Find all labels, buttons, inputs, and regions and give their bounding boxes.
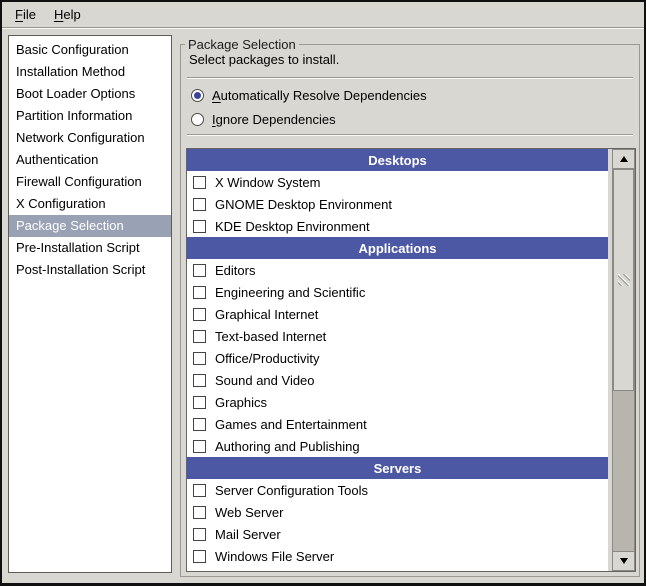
sidebar-item-post-installation-script[interactable]: Post-Installation Script xyxy=(9,259,171,281)
radio-option-ignore-dependencies[interactable]: Ignore Dependencies xyxy=(191,109,336,129)
package-selection-frame: Package Selection Select packages to ins… xyxy=(180,44,640,577)
package-row-authoring-and-publishing[interactable]: Authoring and Publishing xyxy=(187,435,608,457)
radio-dot xyxy=(194,92,201,99)
config-section-list: Basic ConfigurationInstallation MethodBo… xyxy=(8,35,172,573)
package-label: Web Server xyxy=(215,505,283,520)
label-text: elp xyxy=(63,7,80,22)
radio-button[interactable] xyxy=(191,113,204,126)
package-row-mail-server[interactable]: Mail Server xyxy=(187,523,608,545)
radio-option-automatically-resolve-dependencies[interactable]: Automatically Resolve Dependencies xyxy=(191,85,427,105)
package-label: Office/Productivity xyxy=(215,351,320,366)
mnemonic-letter: A xyxy=(212,88,221,103)
package-row-kde-desktop-environment[interactable]: KDE Desktop Environment xyxy=(187,215,608,237)
checkbox-graphics[interactable] xyxy=(193,396,206,409)
radio-label: Ignore Dependencies xyxy=(212,112,336,127)
scrollbar-thumb[interactable] xyxy=(613,169,634,391)
sidebar-item-x-configuration[interactable]: X Configuration xyxy=(9,193,171,215)
package-row-engineering-and-scientific[interactable]: Engineering and Scientific xyxy=(187,281,608,303)
checkbox-graphical-internet[interactable] xyxy=(193,308,206,321)
sidebar-item-boot-loader-options[interactable]: Boot Loader Options xyxy=(9,83,171,105)
instruction-text: Select packages to install. xyxy=(189,52,339,67)
label-text: utomatically Resolve Dependencies xyxy=(221,88,427,103)
package-label: Windows File Server xyxy=(215,549,334,564)
checkbox-web-server[interactable] xyxy=(193,506,206,519)
group-header-desktops[interactable]: Desktops xyxy=(187,149,608,171)
mnemonic-letter: F xyxy=(15,7,23,22)
package-row-sound-and-video[interactable]: Sound and Video xyxy=(187,369,608,391)
mnemonic-letter: H xyxy=(54,7,63,22)
checkbox-x-window-system[interactable] xyxy=(193,176,206,189)
package-row-windows-file-server[interactable]: Windows File Server xyxy=(187,545,608,567)
label-text: gnore Dependencies xyxy=(216,112,336,127)
separator xyxy=(187,134,633,136)
checkbox-kde-desktop-environment[interactable] xyxy=(193,220,206,233)
package-row-web-server[interactable]: Web Server xyxy=(187,501,608,523)
scrollbar-up-button[interactable] xyxy=(612,149,635,169)
package-row-x-window-system[interactable]: X Window System xyxy=(187,171,608,193)
checkbox-engineering-and-scientific[interactable] xyxy=(193,286,206,299)
package-row-server-configuration-tools[interactable]: Server Configuration Tools xyxy=(187,479,608,501)
label-text: ile xyxy=(23,7,36,22)
sidebar-item-pre-installation-script[interactable]: Pre-Installation Script xyxy=(9,237,171,259)
separator xyxy=(187,77,633,79)
package-label: KDE Desktop Environment xyxy=(215,219,370,234)
package-label: Mail Server xyxy=(215,527,281,542)
sidebar-item-authentication[interactable]: Authentication xyxy=(9,149,171,171)
scrollbar-track[interactable] xyxy=(612,169,635,551)
package-list-viewport: Desktops X Window System GNOME Desktop Env… xyxy=(187,149,608,571)
checkbox-editors[interactable] xyxy=(193,264,206,277)
checkbox-gnome-desktop-environment[interactable] xyxy=(193,198,206,211)
package-row-editors[interactable]: Editors xyxy=(187,259,608,281)
package-label: Authoring and Publishing xyxy=(215,439,360,454)
menu-help[interactable]: Help xyxy=(45,4,90,25)
arrow-down-icon xyxy=(620,558,628,564)
package-label: Editors xyxy=(215,263,255,278)
package-label: Sound and Video xyxy=(215,373,315,388)
checkbox-server-configuration-tools[interactable] xyxy=(193,484,206,497)
checkbox-sound-and-video[interactable] xyxy=(193,374,206,387)
sidebar-item-installation-method[interactable]: Installation Method xyxy=(9,61,171,83)
package-label: Graphics xyxy=(215,395,267,410)
package-row-text-based-internet[interactable]: Text-based Internet xyxy=(187,325,608,347)
sidebar-item-basic-configuration[interactable]: Basic Configuration xyxy=(9,39,171,61)
package-label: Engineering and Scientific xyxy=(215,285,365,300)
kickstart-configurator-window: FileHelp Basic ConfigurationInstallation… xyxy=(0,0,646,586)
menubar-separator xyxy=(2,27,644,29)
vertical-scrollbar[interactable] xyxy=(612,149,635,571)
sidebar-item-partition-information[interactable]: Partition Information xyxy=(9,105,171,127)
package-group-list: Desktops X Window System GNOME Desktop Env… xyxy=(186,148,636,572)
package-label: Text-based Internet xyxy=(215,329,326,344)
package-row-partial[interactable] xyxy=(187,567,608,571)
sidebar-item-network-configuration[interactable]: Network Configuration xyxy=(9,127,171,149)
sidebar-item-package-selection[interactable]: Package Selection xyxy=(9,215,171,237)
package-label: Graphical Internet xyxy=(215,307,318,322)
scrollbar-grip-icon xyxy=(618,274,630,286)
arrow-up-icon xyxy=(620,156,628,162)
group-header-applications[interactable]: Applications xyxy=(187,237,608,259)
menu-file[interactable]: File xyxy=(6,4,45,25)
package-label: Server Configuration Tools xyxy=(215,483,368,498)
sidebar-item-firewall-configuration[interactable]: Firewall Configuration xyxy=(9,171,171,193)
package-row-games-and-entertainment[interactable]: Games and Entertainment xyxy=(187,413,608,435)
package-label: Games and Entertainment xyxy=(215,417,367,432)
checkbox-text-based-internet[interactable] xyxy=(193,330,206,343)
radio-label: Automatically Resolve Dependencies xyxy=(212,88,427,103)
group-header-servers[interactable]: Servers xyxy=(187,457,608,479)
package-label: X Window System xyxy=(215,175,320,190)
package-row-graphics[interactable]: Graphics xyxy=(187,391,608,413)
frame-title: Package Selection xyxy=(185,37,299,52)
checkbox-mail-server[interactable] xyxy=(193,528,206,541)
checkbox-authoring-and-publishing[interactable] xyxy=(193,440,206,453)
package-label: GNOME Desktop Environment xyxy=(215,197,392,212)
package-row-gnome-desktop-environment[interactable]: GNOME Desktop Environment xyxy=(187,193,608,215)
package-row-office-productivity[interactable]: Office/Productivity xyxy=(187,347,608,369)
menubar: FileHelp xyxy=(2,2,644,27)
checkbox-games-and-entertainment[interactable] xyxy=(193,418,206,431)
checkbox-windows-file-server[interactable] xyxy=(193,550,206,563)
checkbox-office-productivity[interactable] xyxy=(193,352,206,365)
package-row-graphical-internet[interactable]: Graphical Internet xyxy=(187,303,608,325)
radio-button[interactable] xyxy=(191,89,204,102)
scrollbar-down-button[interactable] xyxy=(612,551,635,571)
